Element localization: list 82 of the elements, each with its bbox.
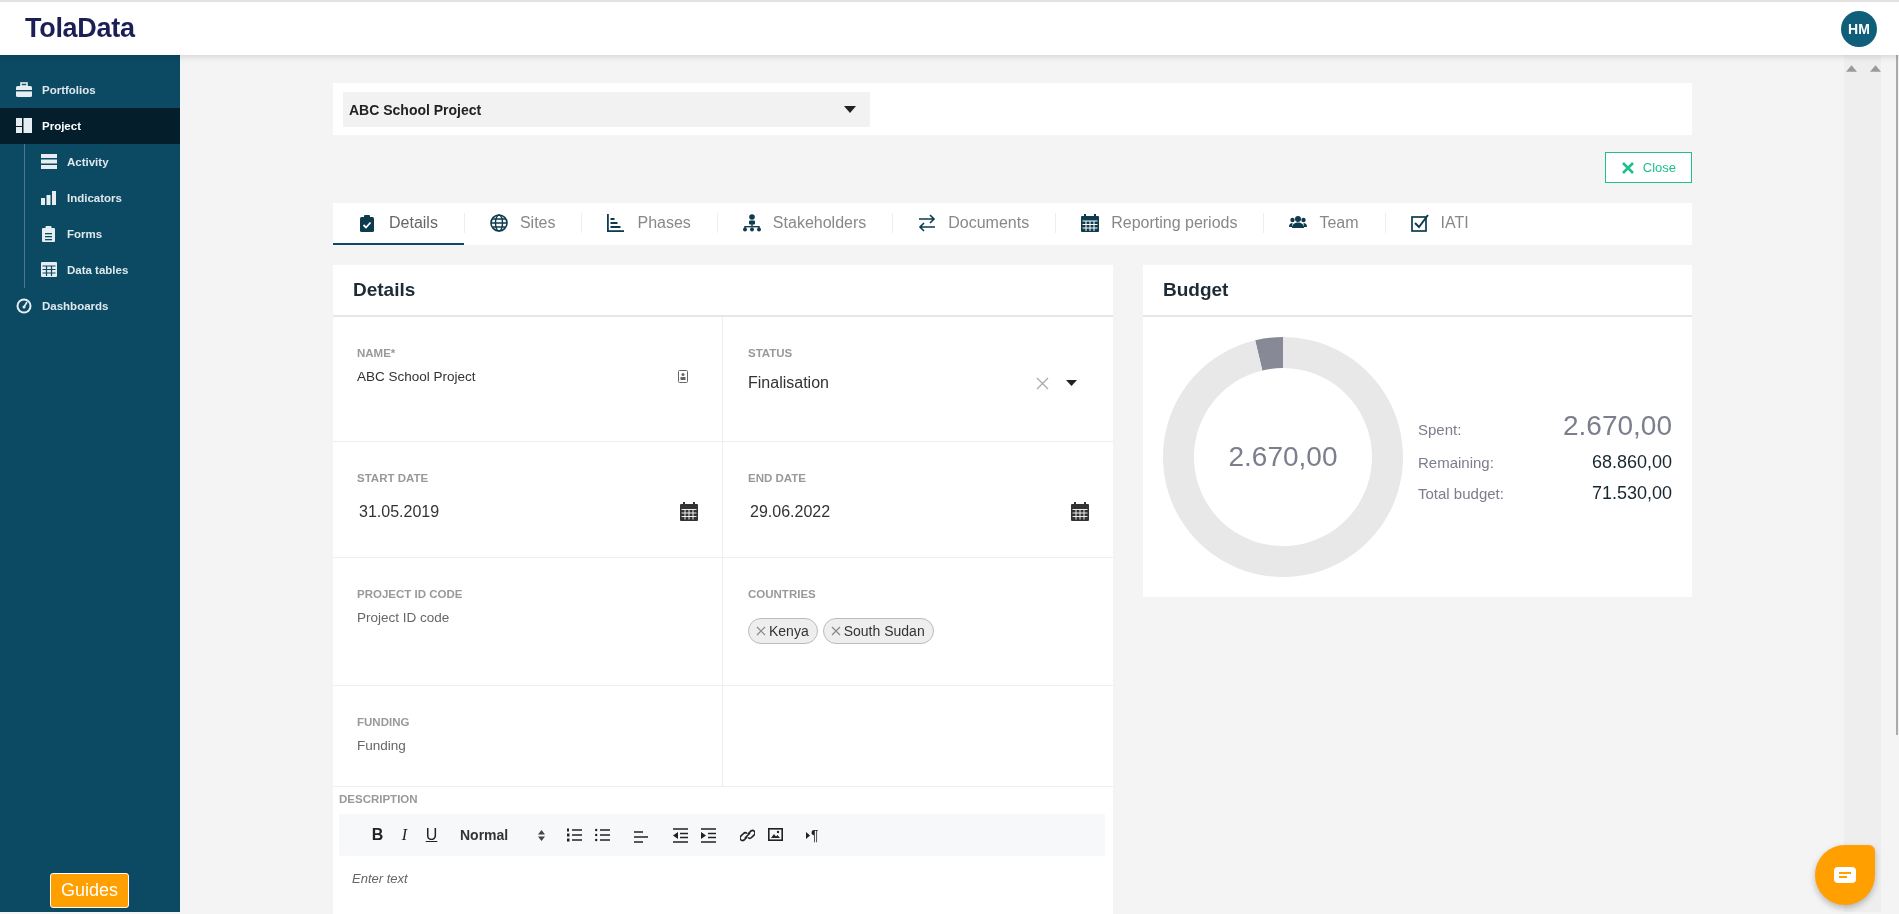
field-label: COUNTRIES (748, 588, 817, 600)
budget-label: Spent: (1418, 421, 1462, 438)
field-label: END DATE (748, 472, 807, 484)
contact-card-icon (678, 370, 688, 383)
tab[interactable]: Details (333, 203, 464, 245)
clipboard-icon (41, 226, 57, 242)
calendar-icon (680, 502, 698, 521)
layout-icon (16, 118, 32, 134)
link-icon (739, 827, 755, 843)
date-field[interactable]: 29.06.2022 (748, 502, 1089, 521)
budget-value: 2.670,00 (1563, 410, 1672, 442)
checkbox-icon (1410, 214, 1429, 232)
nav-item[interactable]: Forms (25, 216, 180, 252)
nav-item[interactable]: Portfolios (0, 72, 180, 108)
bar-chart-icon (41, 190, 57, 206)
budget-value: 68.860,00 (1591, 452, 1672, 473)
project-select[interactable]: ABC School Project (343, 92, 870, 127)
indent-icon (700, 827, 716, 843)
budget-value: 71.530,00 (1591, 483, 1672, 504)
swap-arrows-icon (918, 214, 937, 232)
logo[interactable]: TolaData (25, 13, 135, 44)
input-field[interactable]: ABC School Project (357, 369, 698, 384)
field-label: PROJECT ID CODE (357, 588, 464, 600)
budget-label: Total budget: (1418, 485, 1504, 502)
tab[interactable]: Phases (581, 203, 717, 245)
sort-arrows-icon (538, 829, 546, 841)
close-icon (1621, 161, 1634, 174)
tab[interactable]: IATI (1384, 203, 1495, 245)
card-title: Budget (1143, 265, 1692, 317)
bar-steps-icon (607, 214, 626, 232)
input-field[interactable]: Funding (357, 738, 698, 753)
card-title: Details (333, 265, 1113, 317)
bullet-list-icon (594, 827, 610, 843)
donut-center-value: 2.670,00 (1228, 441, 1338, 473)
field-label: START DATE (357, 472, 430, 484)
triangle-icon (805, 831, 810, 839)
globe-icon (489, 214, 508, 232)
budget-label: Remaining: (1418, 454, 1494, 471)
caret-icon (844, 106, 856, 113)
outdent-icon (672, 827, 688, 843)
text-editor[interactable]: Enter text (339, 856, 1105, 914)
user-avatar[interactable]: HM (1841, 10, 1877, 47)
image-icon (767, 827, 783, 843)
stack-icon (41, 154, 57, 170)
field-label: STATUS (748, 347, 794, 359)
clear-icon (1036, 376, 1049, 390)
tab[interactable]: Team (1263, 203, 1385, 245)
ordered-list-icon (566, 827, 582, 843)
clipboard-check-icon (359, 214, 377, 232)
date-field[interactable]: 31.05.2019 (357, 502, 698, 521)
status-select[interactable]: Finalisation (748, 374, 1089, 392)
briefcase-icon (16, 82, 32, 98)
tab[interactable]: Sites (463, 203, 582, 245)
nav-item[interactable]: Activity (25, 144, 180, 180)
calendar-icon (1071, 502, 1089, 521)
underline-button[interactable]: U (418, 821, 445, 849)
input-field[interactable]: Project ID code (357, 610, 698, 625)
remove-icon (756, 626, 766, 636)
bold-button[interactable]: B (364, 821, 391, 849)
italic-button[interactable]: I (391, 821, 418, 849)
nav-item[interactable]: Indicators (25, 180, 180, 216)
table-icon (41, 262, 57, 278)
chat-icon (1834, 867, 1856, 883)
tab[interactable]: Stakeholders (716, 203, 893, 245)
country-tag[interactable]: South Sudan (822, 618, 934, 644)
calendar-icon (1081, 214, 1100, 232)
tab[interactable]: Reporting periods (1055, 203, 1264, 245)
field-label: FUNDING (357, 716, 411, 728)
field-label: NAME* (357, 347, 397, 359)
remove-icon (830, 626, 841, 636)
nav-item[interactable]: Data tables (25, 252, 180, 288)
gauge-icon (16, 298, 32, 314)
hierarchy-icon (742, 214, 761, 232)
country-tag[interactable]: Kenya (748, 618, 818, 644)
caret-icon (1066, 380, 1077, 386)
field-label: DESCRIPTION (339, 793, 419, 805)
format-select[interactable]: Normal (460, 821, 546, 849)
text-direction-button[interactable]: ¶ (800, 821, 825, 849)
nav-item[interactable]: Project (0, 108, 180, 144)
tab[interactable]: Documents (892, 203, 1056, 245)
nav-item[interactable]: Dashboards (0, 288, 180, 324)
scrollbar[interactable] (1896, 55, 1898, 735)
